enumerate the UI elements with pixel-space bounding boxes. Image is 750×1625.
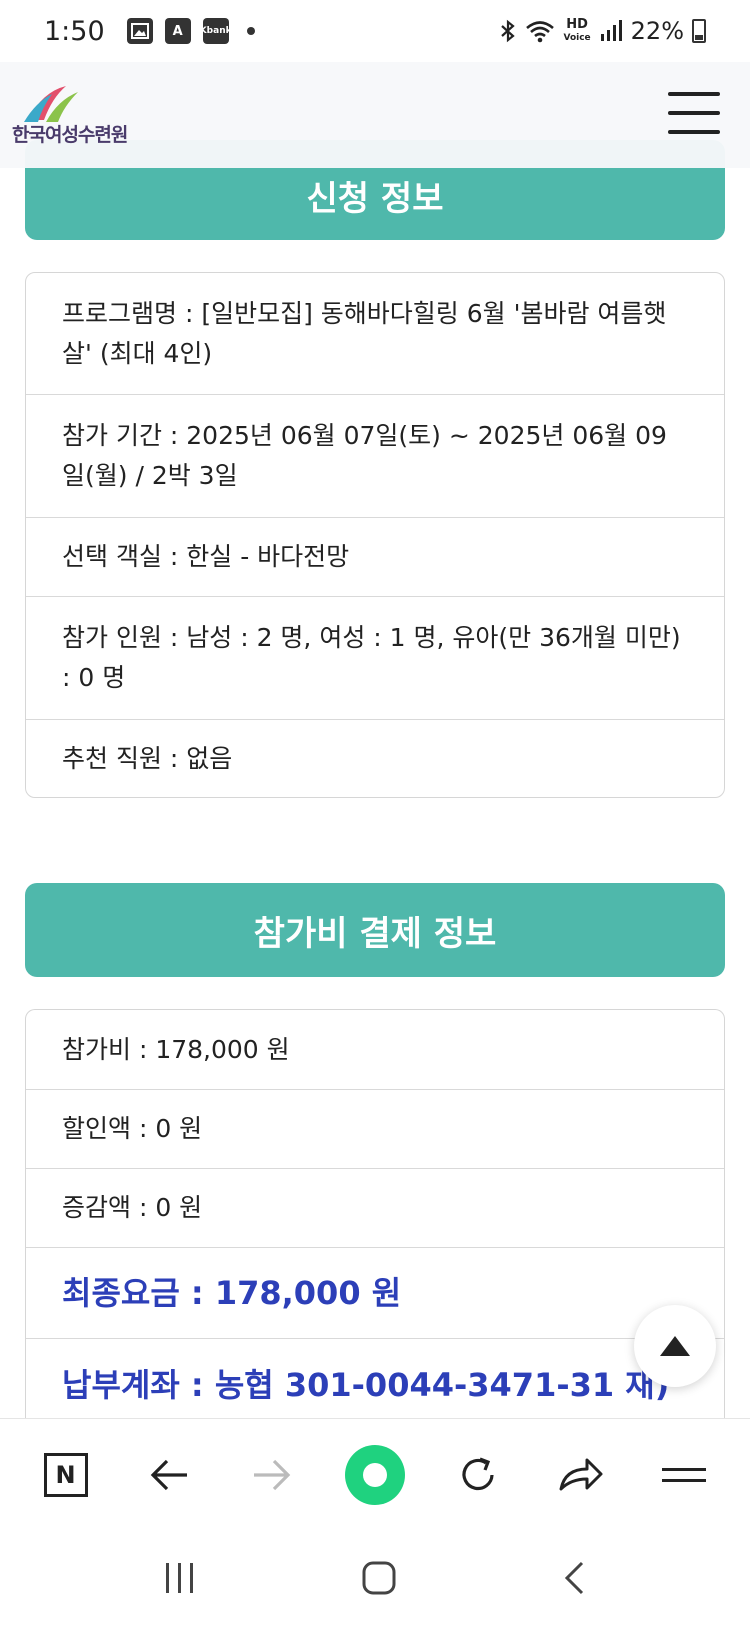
payment-row-text: 증감액 : 0 원 (62, 1193, 203, 1222)
a-app-icon: A (164, 18, 191, 44)
wifi-icon (526, 21, 555, 43)
back-button[interactable] (133, 1439, 205, 1511)
payment-row-text: 할인액 : 0 원 (62, 1114, 203, 1143)
refresh-button[interactable] (442, 1439, 514, 1511)
menu-line (668, 92, 720, 96)
menu-line (668, 111, 720, 115)
forward-button[interactable] (236, 1439, 308, 1511)
info-row-period: 참가 기간 : 2025년 06월 07일(토) ~ 2025년 06월 09일… (26, 394, 724, 517)
browser-menu-button[interactable] (648, 1439, 720, 1511)
system-nav-bar (0, 1530, 750, 1625)
payment-info-box: 참가비 : 178,000 원 할인액 : 0 원 증감액 : 0 원 최종요금… (25, 1009, 725, 1439)
status-bar: 1:50 A Kbank HD Voice 22% (0, 0, 750, 62)
arrow-left-icon (150, 1459, 187, 1490)
payment-row-text: 참가비 : 178,000 원 (62, 1034, 290, 1064)
voice-label: Voice (563, 32, 591, 43)
scroll-top-button[interactable] (634, 1305, 716, 1387)
menu-line (668, 130, 720, 134)
hd-voice-icon: HD Voice (563, 16, 591, 44)
share-arrow-icon (559, 1458, 603, 1490)
home-icon[interactable] (361, 1560, 397, 1596)
payment-row-final-fee: 최종요금 : 178,000 원 (26, 1247, 724, 1338)
payment-row-discount: 할인액 : 0 원 (26, 1089, 724, 1168)
notification-dot-icon (246, 27, 255, 35)
status-left: 1:50 A Kbank (44, 16, 255, 47)
bluetooth-icon (501, 19, 516, 43)
battery-icon (692, 19, 706, 43)
application-info-title: 신청 정보 (306, 178, 444, 219)
info-row-text: 참가 인원 : 남성 : 2 명, 여성 : 1 명, 유아(만 36개월 미만… (62, 623, 681, 692)
status-time: 1:50 (44, 15, 105, 47)
back-nav-icon[interactable] (560, 1560, 588, 1596)
info-row-program: 프로그램명 : [일반모집] 동해바다힐링 6월 '봄바람 여름햇살' (최대 … (26, 273, 724, 394)
refresh-icon (462, 1457, 494, 1490)
hd-label: HD (566, 16, 588, 32)
final-fee-text: 최종요금 : 178,000 원 (62, 1274, 402, 1312)
menu-button[interactable] (668, 92, 720, 134)
info-row-text: 프로그램명 : [일반모집] 동해바다힐링 6월 '봄바람 여름햇살' (최대 … (62, 298, 667, 368)
info-row-participants: 참가 인원 : 남성 : 2 명, 여성 : 1 명, 유아(만 36개월 미만… (26, 596, 724, 719)
payment-row-adjust: 증감액 : 0 원 (26, 1168, 724, 1247)
application-info-box: 프로그램명 : [일반모집] 동해바다힐링 6월 '봄바람 여름햇살' (최대 … (25, 272, 725, 798)
info-row-text: 참가 기간 : 2025년 06월 07일(토) ~ 2025년 06월 09일… (62, 421, 667, 490)
green-circle-icon (344, 1444, 405, 1505)
info-row-text: 추천 직원 : 없음 (62, 743, 233, 773)
image-icon (126, 18, 153, 44)
kbank-icon: Kbank (200, 18, 232, 44)
share-button[interactable] (545, 1439, 617, 1511)
arrow-up-icon (660, 1336, 690, 1356)
menu-lines-icon (662, 1467, 707, 1482)
payment-row-fee: 참가비 : 178,000 원 (26, 1010, 724, 1089)
info-row-text: 선택 객실 : 한실 - 바다전망 (62, 542, 350, 571)
signal-icon (600, 20, 622, 41)
green-dot-button[interactable] (339, 1439, 411, 1511)
status-right: HD Voice 22% (499, 17, 706, 45)
site-header: 한국여성수련원 (0, 62, 750, 168)
recent-apps-icon[interactable] (162, 1561, 198, 1595)
browser-toolbar: N (0, 1418, 750, 1530)
info-row-staff: 추천 직원 : 없음 (26, 719, 724, 797)
naver-home-button[interactable]: N (30, 1439, 102, 1511)
logo-text: 한국여성수련원 (12, 124, 128, 146)
account-text: 납부계좌 : 농협 301-0044-3471-31 재) (62, 1366, 670, 1404)
battery-percent: 22% (630, 17, 684, 45)
naver-n-icon: N (43, 1452, 88, 1497)
arrow-right-icon (253, 1459, 291, 1490)
payment-info-header: 참가비 결제 정보 (25, 883, 725, 977)
payment-info-title: 참가비 결제 정보 (253, 913, 497, 954)
info-row-room: 선택 객실 : 한실 - 바다전망 (26, 517, 724, 596)
